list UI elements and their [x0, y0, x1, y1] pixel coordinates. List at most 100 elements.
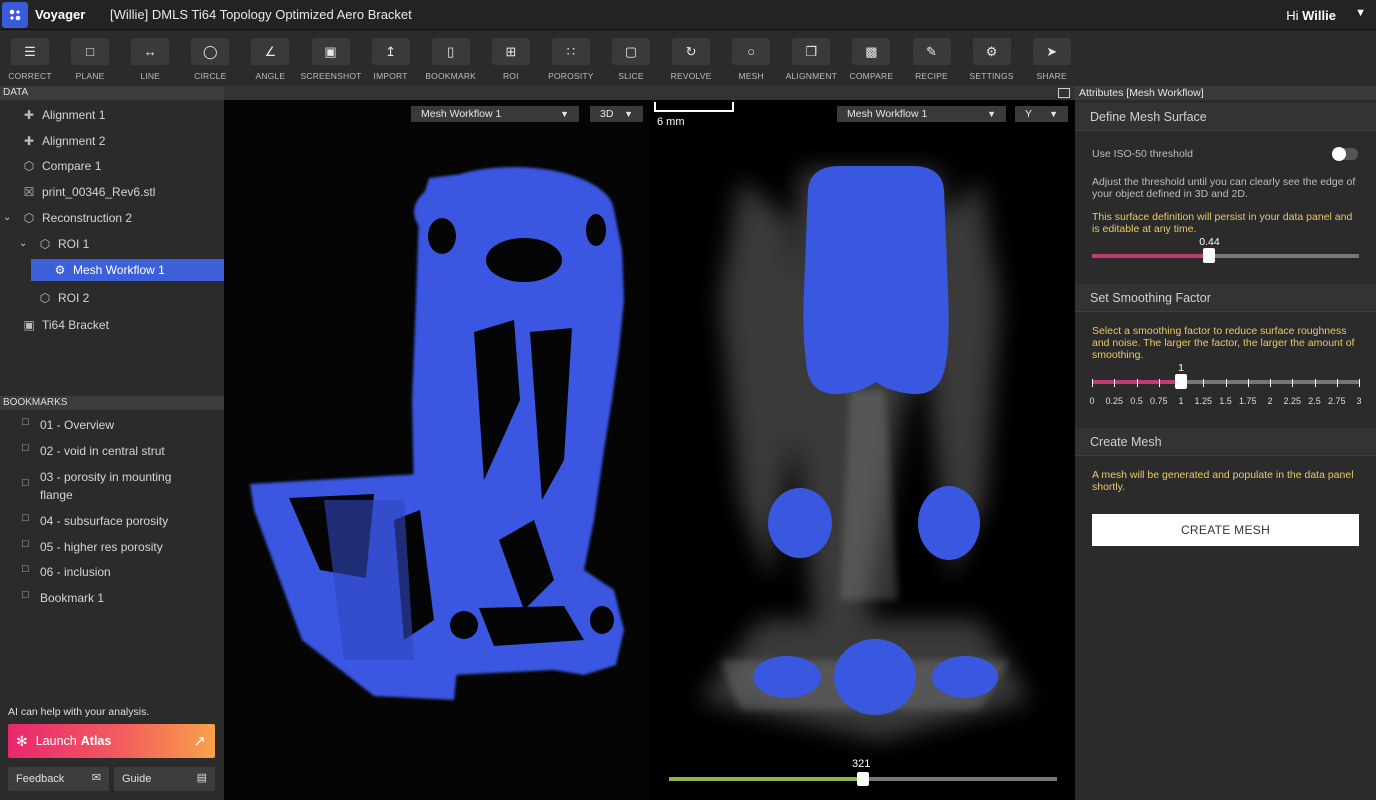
tool-angle-button[interactable]: ∠ ANGLE — [240, 38, 300, 81]
bookmark-item[interactable]: □ 06 - inclusion — [22, 563, 190, 581]
smoothing-tick-label: 2.5 — [1308, 396, 1321, 406]
toggle-knob — [1332, 147, 1346, 161]
tool-label: BOOKMARK — [425, 71, 477, 81]
tool-bookmark-button[interactable]: ▯ BOOKMARK — [421, 38, 481, 81]
bookmark-item[interactable]: □ Bookmark 1 — [22, 589, 190, 607]
threshold-slider-handle[interactable] — [1203, 248, 1216, 263]
chevron-down-icon[interactable]: ⌄ — [19, 238, 27, 249]
create-mesh-header: Create Mesh — [1075, 428, 1376, 456]
viewport-3d[interactable]: Mesh Workflow 1 ▼ 3D ▼ — [224, 100, 650, 800]
tree-item-roi-1[interactable]: ⬡ ROI 1 — [38, 233, 90, 255]
guide-button[interactable]: Guide ▤ — [114, 767, 215, 791]
tool-label: IMPORT — [373, 71, 408, 81]
tree-item-compare-1[interactable]: ⬡ Compare 1 — [22, 155, 102, 177]
tree-item-reconstruction-2[interactable]: ⬡ Reconstruction 2 — [22, 207, 132, 229]
smoothing-tick-label: 1.25 — [1194, 396, 1213, 406]
smoothing-tick-mark — [1181, 379, 1182, 387]
tool-plane-button[interactable]: □ PLANE — [60, 38, 120, 81]
smoothing-tick-mark — [1136, 379, 1138, 387]
chevron-down-icon[interactable]: ⌄ — [3, 212, 11, 223]
tool-roi-button[interactable]: ⊞ ROI — [481, 38, 541, 81]
slice-slider-handle[interactable] — [857, 772, 869, 786]
tool-label: REVOLVE — [670, 71, 712, 81]
alignment-icon: ❐ — [792, 38, 831, 65]
select-value: 3D — [600, 108, 614, 120]
tool-label: PLANE — [75, 71, 105, 81]
tree-item-mesh-workflow-1[interactable]: ⚙ Mesh Workflow 1 — [31, 259, 224, 281]
bookmark-item[interactable]: □ 01 - Overview — [22, 416, 190, 434]
mesh-note-text: A mesh will be generated and populate in… — [1092, 469, 1354, 493]
revolve-icon: ↻ — [672, 38, 711, 65]
iso-threshold-toggle[interactable] — [1332, 147, 1358, 161]
bookmark-item[interactable]: □ 03 - porosity in mounting flange — [22, 468, 190, 504]
tool-porosity-button[interactable]: ∷ POROSITY — [541, 38, 601, 81]
tool-label: ALIGNMENT — [785, 71, 837, 81]
select-value: Y — [1025, 108, 1033, 120]
tool-line-button[interactable]: ↔ LINE — [120, 38, 180, 81]
launch-atlas-button[interactable]: ✻ Launch Atlas ↗ — [8, 724, 215, 758]
bookmark-item[interactable]: □ 05 - higher res porosity — [22, 538, 190, 556]
tool-screenshot-button[interactable]: ▣ SCREENSHOT — [301, 38, 361, 81]
recipe-icon: ✎ — [912, 38, 951, 65]
bookmark-item[interactable]: □ 04 - subsurface porosity — [22, 512, 190, 530]
tool-settings-button[interactable]: ⚙ SETTINGS — [962, 38, 1022, 81]
tool-recipe-button[interactable]: ✎ RECIPE — [902, 38, 962, 81]
slice-slider[interactable] — [669, 772, 1057, 786]
feedback-button[interactable]: Feedback ✉ — [8, 767, 109, 791]
bookmark-icon: ▯ — [431, 38, 470, 65]
caret-down-icon: ▼ — [560, 109, 569, 119]
data-panel-header: DATA — [0, 86, 224, 100]
bookmark-icon: □ — [22, 442, 29, 454]
stl-file-icon: ☒ — [23, 185, 35, 199]
tool-compare-button[interactable]: ▩ COMPARE — [841, 38, 901, 81]
tree-item-stl-file[interactable]: ☒ print_00346_Rev6.stl — [22, 181, 156, 203]
tool-alignment-button[interactable]: ❐ ALIGNMENT — [781, 38, 841, 81]
threshold-value: 0.44 — [1199, 236, 1220, 248]
document-icon: ▤ — [196, 772, 207, 784]
user-menu[interactable]: Hi Willie — [1286, 8, 1336, 23]
tool-circle-button[interactable]: ◯ CIRCLE — [180, 38, 240, 81]
tool-slice-button[interactable]: ▢ SLICE — [601, 38, 661, 81]
view-mode-select[interactable]: 3D ▼ — [590, 106, 643, 122]
viewport-2d-slice[interactable]: Mesh Workflow 1 ▼ Y ▼ — [650, 100, 1075, 800]
caret-down-icon[interactable]: ▼ — [1355, 7, 1366, 19]
tree-item-alignment-1[interactable]: ✚ Alignment 1 — [22, 104, 105, 126]
cube-icon: ⬡ — [23, 211, 35, 225]
create-mesh-button[interactable]: CREATE MESH — [1092, 514, 1359, 546]
bookmark-icon: □ — [22, 538, 29, 550]
tool-correct-button[interactable]: ☰ CORRECT — [0, 38, 60, 81]
bookmark-label: 02 - void in central strut — [40, 444, 165, 458]
compare-icon: ▩ — [852, 38, 891, 65]
user-name: Willie — [1302, 8, 1336, 23]
surface-help-text: Adjust the threshold until you can clear… — [1092, 176, 1356, 200]
mesh-3d-render — [250, 167, 624, 700]
tool-share-button[interactable]: ➤ SHARE — [1022, 38, 1082, 81]
smoothing-help-text: Select a smoothing factor to reduce surf… — [1092, 325, 1355, 361]
tree-item-alignment-2[interactable]: ✚ Alignment 2 — [22, 130, 105, 152]
smoothing-tick-label: 1 — [1178, 396, 1184, 406]
tool-label: COMPARE — [849, 71, 894, 81]
panel-toggle-icon[interactable] — [1058, 88, 1070, 98]
tree-item-ti64-bracket[interactable]: ▣ Ti64 Bracket — [22, 314, 109, 336]
threshold-slider[interactable] — [1092, 248, 1359, 263]
tree-item-roi-2[interactable]: ⬡ ROI 2 — [38, 287, 90, 309]
bookmark-item[interactable]: □ 02 - void in central strut — [22, 442, 190, 460]
smoothing-tick-mark — [1225, 379, 1227, 387]
bookmark-icon: □ — [22, 589, 29, 601]
smoothing-header: Set Smoothing Factor — [1075, 284, 1376, 312]
line-icon: ↔ — [131, 38, 170, 65]
caret-down-icon: ▼ — [987, 109, 996, 119]
smoothing-tick-label: 2.25 — [1283, 396, 1302, 406]
tree-item-label: ROI 2 — [58, 291, 90, 305]
smoothing-tick-label: 0.5 — [1130, 396, 1143, 406]
slice-axis-select[interactable]: Y ▼ — [1015, 106, 1068, 122]
left-dataset-select[interactable]: Mesh Workflow 1 ▼ — [411, 106, 579, 122]
tool-import-button[interactable]: ↥ IMPORT — [361, 38, 421, 81]
tool-mesh-button[interactable]: ○ MESH — [721, 38, 781, 81]
smoothing-tick-mark — [1158, 379, 1160, 387]
tool-revolve-button[interactable]: ↻ REVOLVE — [661, 38, 721, 81]
app-name: Voyager — [35, 7, 86, 22]
right-dataset-select[interactable]: Mesh Workflow 1 ▼ — [837, 106, 1006, 122]
tree-item-label: Alignment 1 — [42, 108, 106, 122]
select-value: Mesh Workflow 1 — [847, 108, 928, 120]
